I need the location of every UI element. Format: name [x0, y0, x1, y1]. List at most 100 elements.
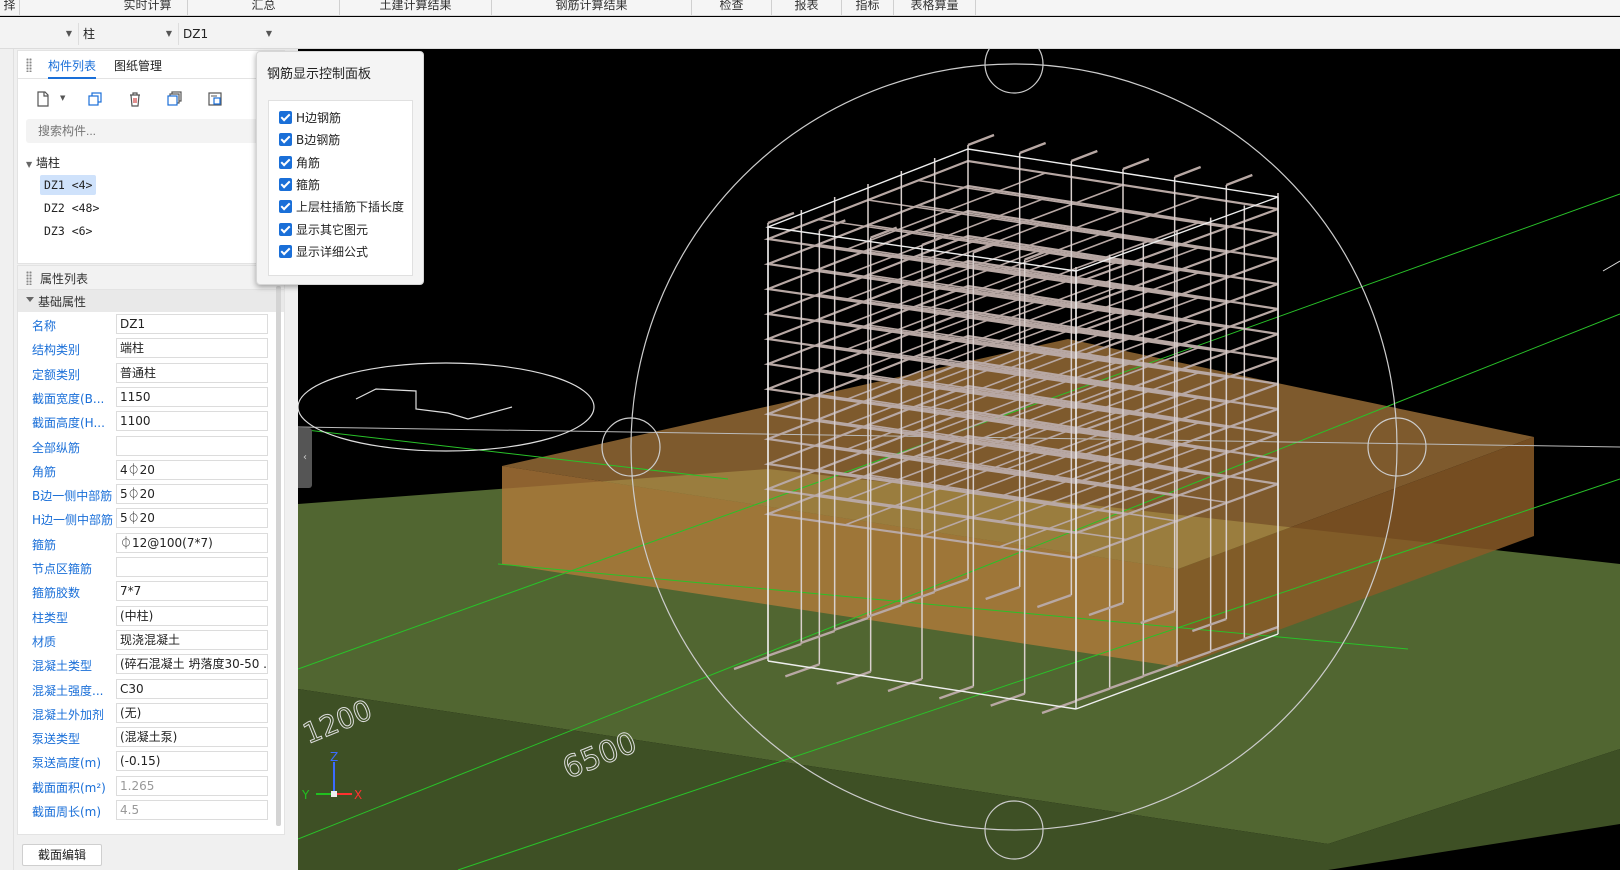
property-row: B边一侧中部筋 5⏀20 [18, 482, 284, 506]
property-value-field[interactable]: C30 [116, 678, 268, 699]
property-value-field[interactable]: 4⏀20 [116, 459, 268, 480]
property-value-field[interactable]: 7*7 [116, 581, 268, 602]
checkbox-checked-icon[interactable] [279, 200, 292, 214]
search-input[interactable] [26, 119, 278, 143]
menu-item-rebar-result[interactable]: 钢筋计算结果 [492, 0, 692, 15]
tab-component-list[interactable]: 构件列表 [48, 57, 97, 79]
menu-item-select[interactable]: 择 [0, 0, 20, 15]
collapse-caret-icon[interactable]: ▼ [26, 160, 32, 169]
property-value-field[interactable]: 5⏀20 [116, 508, 268, 529]
layer-copy-button[interactable] [162, 87, 188, 111]
dropdown-arrow-icon: ▼ [265, 29, 272, 38]
top-hook [1019, 141, 1047, 155]
tree-item-dz1[interactable]: DZ1 <4> [40, 175, 97, 195]
menu-item-indicator[interactable]: 指标 [842, 0, 894, 15]
menu-item-table-qty[interactable]: 表格算量 [894, 0, 976, 15]
menu-item-check[interactable]: 检查 [692, 0, 772, 15]
property-name: 全部纵筋 [32, 440, 81, 455]
extract-component-button[interactable] [202, 87, 228, 111]
checkbox-checked-icon[interactable] [279, 155, 292, 169]
property-value-field[interactable] [116, 557, 268, 577]
property-header: 属性列表 [18, 266, 284, 290]
property-section-basic[interactable]: 基础属性 [18, 290, 284, 312]
tab-drawing-management[interactable]: 图纸管理 [114, 57, 162, 74]
rebar-option-label: 上层柱插筋下插长度 [296, 200, 405, 215]
property-value-field[interactable] [116, 435, 268, 456]
copy-component-button[interactable] [82, 87, 108, 111]
property-value-field[interactable]: 现浇混凝土 [116, 629, 268, 650]
drag-handle-icon[interactable] [26, 271, 32, 285]
property-name: B边一侧中部筋 [32, 489, 113, 504]
property-value-field[interactable]: (无) [116, 702, 268, 723]
menu-item-realtime-calc[interactable]: 实时计算 [108, 0, 188, 15]
property-value-field[interactable]: (碎石混凝土 坍落度30-50 ... [116, 654, 268, 675]
property-row: 名称 DZ1 [18, 312, 284, 336]
checkbox-checked-icon[interactable] [279, 111, 292, 124]
checkbox-checked-icon[interactable] [279, 133, 292, 147]
section-edit-button[interactable]: 截面编辑 [22, 844, 102, 866]
property-row: 角筋 4⏀20 [18, 458, 284, 482]
tree-item-dz2[interactable]: DZ2 <48> [40, 198, 103, 218]
property-value-field[interactable]: 普通柱 [116, 362, 268, 383]
rebar-option-label: H边钢筋 [296, 111, 342, 125]
property-name: H边一侧中部筋 [32, 513, 114, 528]
property-value-field[interactable]: 4.5 [116, 800, 268, 820]
property-name: 混凝土类型 [32, 659, 93, 674]
checkbox-checked-icon[interactable] [279, 244, 292, 258]
rebar-option-label: 箍筋 [296, 177, 321, 192]
collapse-panel-handle[interactable]: ‹ [298, 428, 312, 488]
new-dropdown-arrow-icon[interactable]: ▼ [60, 94, 65, 102]
tree-item-dz3[interactable]: DZ3 <6> [40, 221, 96, 241]
3d-viewport[interactable]: 1200 6500 Z X Y [297, 34, 1620, 870]
component-selector[interactable]: DZ1 ▼ [178, 23, 276, 45]
property-name: 截面周长(m) [32, 805, 102, 819]
property-row: 泵送类型 (混凝土泵) [18, 725, 284, 749]
property-value-field[interactable]: DZ1 [116, 314, 268, 334]
layer-copy-icon [167, 91, 182, 106]
delete-component-button[interactable] [122, 87, 148, 111]
partial-arrow-right [1602, 260, 1620, 272]
section-title: 基础属性 [38, 295, 87, 309]
property-row: 定额类别 普通柱 [18, 361, 284, 385]
category-selector[interactable]: 柱 ▼ [78, 23, 176, 45]
new-component-button[interactable] [30, 87, 56, 111]
checkbox-checked-icon[interactable] [279, 177, 292, 191]
dropdown-arrow-icon: ▼ [65, 29, 72, 38]
top-hook [1174, 165, 1202, 179]
rebar-options-box: H边钢筋 B边钢筋 角筋 箍筋 上层柱插筋下插长度 显示其它图元 显示详细公式 [268, 100, 413, 276]
property-value-field[interactable]: 1150 [116, 386, 268, 407]
property-name: 截面高度(H... [32, 416, 105, 431]
property-value-field[interactable]: (混凝土泵) [116, 727, 268, 748]
property-name: 材质 [32, 634, 57, 649]
component-list-panel: 构件列表 图纸管理 ▼ ▼ 墙柱 DZ1 <4> DZ2 <48> DZ3 <6… [17, 50, 285, 264]
floor-selector[interactable]: ▼ [0, 23, 76, 45]
menu-item-summary[interactable]: 汇总 [188, 0, 340, 15]
property-scrollbar[interactable] [276, 286, 281, 826]
property-value-field[interactable]: 5⏀20 [116, 484, 268, 505]
property-value-field[interactable]: 1.265 [116, 775, 268, 796]
menu-item-civil-result[interactable]: 土建计算结果 [340, 0, 492, 15]
property-value-field[interactable]: 1100 [116, 411, 268, 432]
drag-handle-icon[interactable] [26, 58, 32, 72]
tree-group-end-column[interactable]: ▼ 墙柱 [26, 154, 60, 171]
section-caret-icon[interactable] [26, 297, 34, 302]
property-value-field[interactable]: 端柱 [116, 338, 268, 359]
3d-scene: 1200 6500 Z X Y [297, 34, 1620, 870]
property-value-field[interactable]: (中柱) [116, 605, 268, 626]
property-value-field[interactable]: ⏀12@100(7*7) [116, 532, 268, 553]
rebar-option-label: B边钢筋 [296, 133, 341, 148]
rebar-option-label: 显示其它图元 [296, 222, 369, 237]
property-name: 混凝土强度... [32, 683, 104, 698]
property-name: 泵送高度(m) [32, 756, 102, 771]
menu-item-report[interactable]: 报表 [772, 0, 842, 15]
property-name: 混凝土外加剂 [32, 707, 105, 722]
component-tabs: 构件列表 图纸管理 [18, 51, 284, 79]
property-value-field[interactable]: (-0.15) [116, 751, 268, 772]
checkbox-checked-icon[interactable] [279, 222, 292, 236]
property-list-title: 属性列表 [40, 272, 89, 286]
top-hook [1225, 173, 1253, 187]
property-row: 截面周长(m) 4.5 [18, 798, 284, 822]
dropdown-arrow-icon: ▼ [165, 29, 172, 38]
property-row: 混凝土强度... C30 [18, 677, 284, 701]
property-name: 节点区箍筋 [32, 562, 93, 576]
